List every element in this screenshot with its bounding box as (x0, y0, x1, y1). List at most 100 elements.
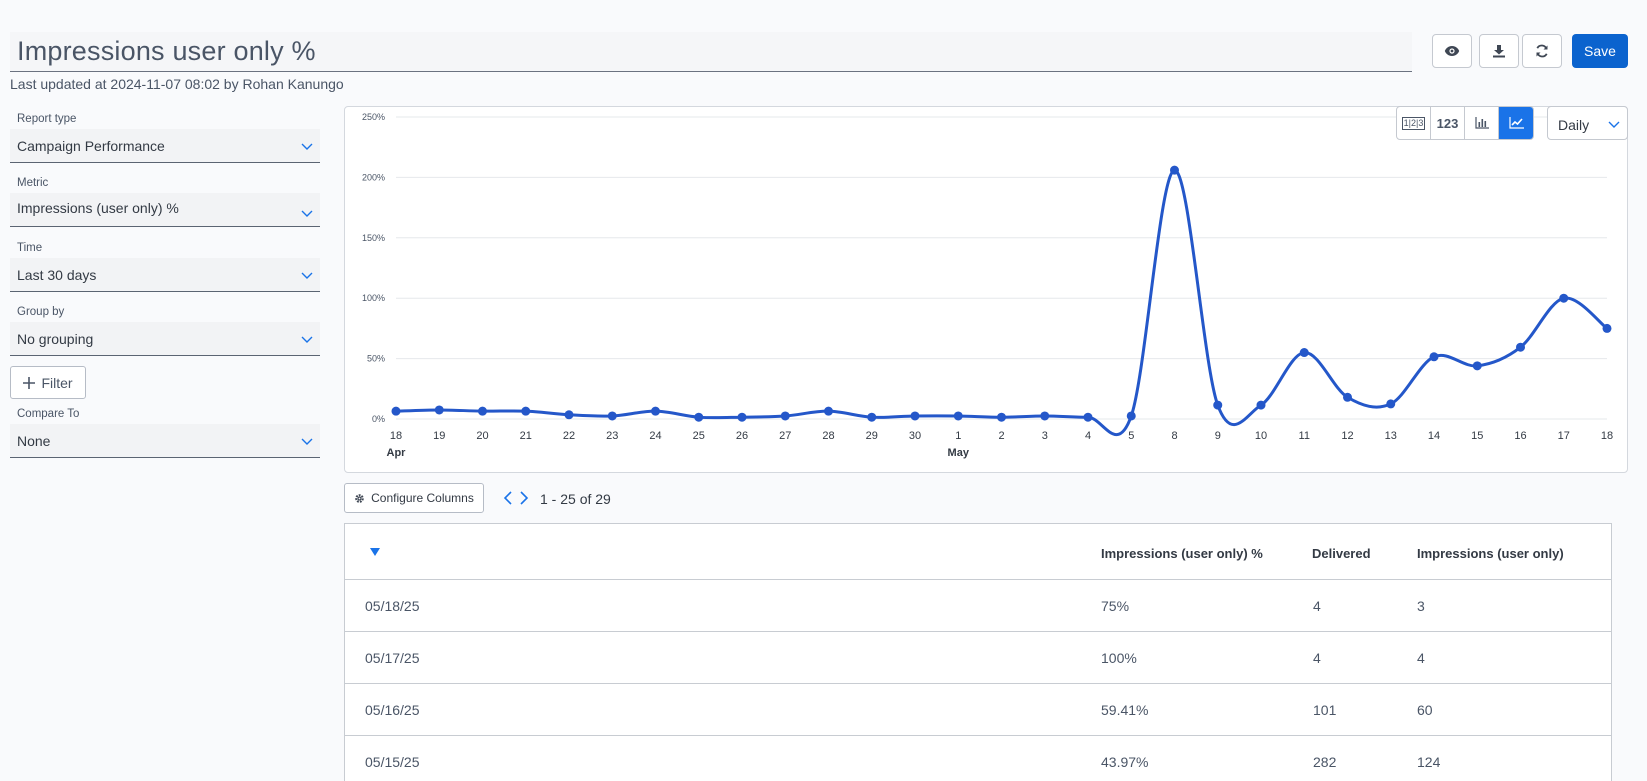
cell-impressions-pct: 43.97% (1101, 754, 1149, 770)
data-point (391, 406, 401, 416)
bar-chart-icon (1474, 117, 1489, 129)
time-label: Time (17, 242, 43, 254)
chart-panel: 0% 50% 100% 150% 200% 250% 18 19 20 21 22 23 24 25 26 2… (344, 106, 1628, 473)
data-point (1343, 392, 1352, 402)
filter-button-label: Filter (41, 374, 73, 391)
group-by-select[interactable]: No grouping (10, 322, 320, 356)
cell-delivered: 4 (1313, 598, 1321, 614)
data-point (1040, 411, 1050, 421)
save-button[interactable]: Save (1572, 34, 1628, 68)
x-tick-label: 3 (1042, 430, 1048, 442)
x-tick-label: 10 (1255, 430, 1267, 442)
x-tick-label: 30 (909, 430, 921, 442)
table-row[interactable]: 05/15/25 43.97% 282 124 (345, 736, 1611, 781)
data-point (434, 405, 444, 415)
table-row[interactable]: 05/18/25 75% 4 3 (345, 580, 1611, 632)
table-row[interactable]: 05/16/25 59.41% 101 60 (345, 684, 1611, 736)
chevron-right-icon[interactable] (518, 490, 530, 506)
column-header-impressions-pct[interactable]: Impressions (user only) % (1101, 546, 1263, 561)
report-title[interactable]: Impressions user only % (17, 36, 316, 67)
y-tick-label: 150% (362, 233, 385, 243)
granularity-value: Daily (1558, 117, 1590, 133)
data-table: Impressions (user only) % Delivered Impr… (344, 523, 1612, 781)
refresh-button[interactable] (1522, 34, 1562, 68)
line-chart-view-button[interactable] (1499, 107, 1533, 139)
x-tick-label: 27 (779, 430, 791, 442)
column-header-impressions[interactable]: Impressions (user only) (1417, 546, 1564, 561)
data-point (1559, 293, 1569, 303)
add-filter-button[interactable]: Filter (10, 366, 86, 399)
cell-impressions: 124 (1417, 754, 1441, 770)
chevron-down-icon (301, 438, 313, 445)
refresh-icon (1536, 44, 1548, 58)
view-mode-toggle: 1|2|3 123 (1396, 106, 1534, 140)
x-tick-label: 13 (1385, 430, 1397, 442)
y-tick-label: 100% (362, 293, 385, 303)
plus-icon (23, 376, 36, 389)
configure-columns-button[interactable]: Configure Columns (344, 483, 484, 513)
data-point (1213, 400, 1223, 410)
report-type-label: Report type (17, 113, 77, 125)
x-tick-label: 5 (1128, 430, 1134, 442)
data-point (1299, 348, 1309, 358)
chevron-down-icon (301, 336, 313, 343)
download-button[interactable] (1479, 34, 1519, 68)
x-tick-label: 29 (866, 430, 878, 442)
data-point (1386, 399, 1396, 409)
x-tick-label: 14 (1428, 430, 1440, 442)
column-header-delivered[interactable]: Delivered (1312, 546, 1371, 561)
metric-field: Metric Impressions (user only) % (10, 177, 320, 227)
x-tick-label: 20 (476, 430, 488, 442)
sort-desc-icon[interactable] (370, 548, 380, 556)
x-tick-label: 23 (606, 430, 618, 442)
x-tick-label: 24 (649, 430, 661, 442)
x-month-label: May (948, 447, 970, 459)
bar-chart-view-button[interactable] (1465, 107, 1499, 139)
cell-impressions-pct: 75% (1101, 598, 1130, 614)
data-point (1472, 361, 1482, 371)
cell-date: 05/18/25 (365, 598, 420, 614)
table-row[interactable]: 05/17/25 100% 4 4 (345, 632, 1611, 684)
preview-button[interactable] (1432, 34, 1472, 68)
time-select[interactable]: Last 30 days (10, 258, 320, 292)
group-by-label: Group by (17, 306, 65, 318)
data-point (521, 406, 531, 416)
table-header: Impressions (user only) % Delivered Impr… (345, 524, 1611, 580)
granularity-select[interactable]: Daily (1547, 106, 1628, 140)
x-tick-label: 11 (1299, 430, 1310, 442)
pagination-range: 1 - 25 of 29 (540, 491, 611, 507)
line-chart-icon (1508, 117, 1524, 129)
cell-date: 05/16/25 (365, 702, 420, 718)
cell-date: 05/17/25 (365, 650, 420, 666)
chevron-left-icon[interactable] (502, 490, 514, 506)
series-line (395, 168, 1608, 437)
cell-impressions: 60 (1417, 702, 1433, 718)
metric-value: Impressions (user only) % (17, 200, 179, 216)
report-title-field[interactable]: Impressions user only % (10, 32, 1412, 72)
data-point (478, 406, 487, 416)
group-by-field: Group by No grouping (10, 306, 320, 356)
report-type-select[interactable]: Campaign Performance (10, 129, 320, 163)
data-point (997, 412, 1006, 422)
chevron-down-icon (1608, 121, 1620, 128)
x-tick-label: 15 (1471, 430, 1483, 442)
time-value: Last 30 days (17, 267, 97, 283)
data-point (953, 411, 963, 421)
data-point (737, 412, 747, 422)
x-tick-label: 17 (1558, 430, 1570, 442)
metric-select[interactable]: Impressions (user only) % (10, 193, 320, 227)
cell-delivered: 282 (1313, 754, 1337, 770)
table-view-icon: 1|2|3 (1401, 116, 1426, 130)
gear-icon (355, 493, 364, 503)
eye-icon (1444, 46, 1460, 56)
x-tick-label: 22 (563, 430, 575, 442)
x-tick-label: 8 (1171, 430, 1177, 442)
report-type-field: Report type Campaign Performance (10, 113, 320, 163)
number-view-button[interactable]: 123 (1431, 107, 1465, 139)
cell-delivered: 101 (1313, 702, 1337, 718)
cell-impressions-pct: 59.41% (1101, 702, 1149, 718)
x-tick-label: 16 (1514, 430, 1526, 442)
compare-to-select[interactable]: None (10, 424, 320, 458)
table-view-button[interactable]: 1|2|3 (1397, 107, 1431, 139)
data-point (910, 411, 920, 421)
